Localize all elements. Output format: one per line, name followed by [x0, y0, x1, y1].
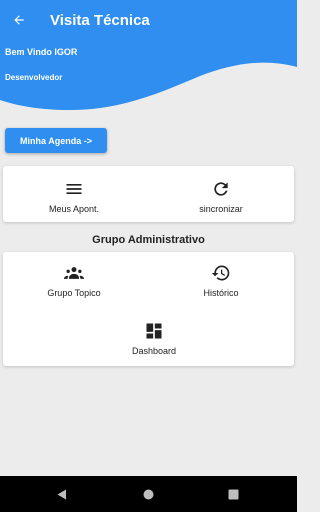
arrow-left-icon: [14, 15, 24, 25]
sincronizar-button[interactable]: sincronizar: [176, 179, 266, 214]
nav-recents-button[interactable]: [213, 476, 253, 512]
grupo-topico-button[interactable]: Grupo Topico: [29, 263, 119, 298]
system-nav-bar: [0, 476, 297, 512]
admin-group-card: Grupo Topico Histórico Dashboard: [3, 252, 294, 366]
section-title: Grupo Administrativo: [92, 234, 205, 246]
nav-back-button[interactable]: [42, 476, 82, 512]
historico-button[interactable]: Histórico: [176, 263, 266, 298]
user-role: Desenvolvedor: [5, 73, 63, 82]
historico-label: Histórico: [203, 288, 239, 298]
history-icon: [211, 265, 230, 281]
menu-icon: [66, 184, 82, 194]
page-title: Visita Técnica: [50, 11, 150, 29]
app-bar: Visita Técnica: [0, 0, 297, 40]
meus-apont-label: Meus Apont.: [48, 204, 100, 214]
refresh-icon: [214, 182, 228, 196]
home-circle-icon: [143, 489, 153, 499]
nav-home-button[interactable]: [128, 476, 168, 512]
grupo-topico-label: Grupo Topico: [47, 288, 101, 298]
dashboard-icon: [146, 323, 162, 339]
dashboard-label: Dashboard: [131, 346, 177, 356]
back-button[interactable]: [0, 0, 38, 40]
sincronizar-label: sincronizar: [199, 204, 243, 214]
dashboard-button[interactable]: Dashboard: [109, 321, 199, 356]
meus-apont-button[interactable]: Meus Apont.: [29, 179, 119, 214]
shortcuts-card: Meus Apont. sincronizar: [3, 166, 294, 222]
minha-agenda-button[interactable]: Minha Agenda ->: [5, 128, 107, 153]
welcome-text: Bem Vindo IGOR: [5, 47, 78, 57]
back-triangle-icon: [57, 489, 66, 499]
group-icon: [64, 267, 84, 279]
recents-square-icon: [228, 489, 238, 499]
